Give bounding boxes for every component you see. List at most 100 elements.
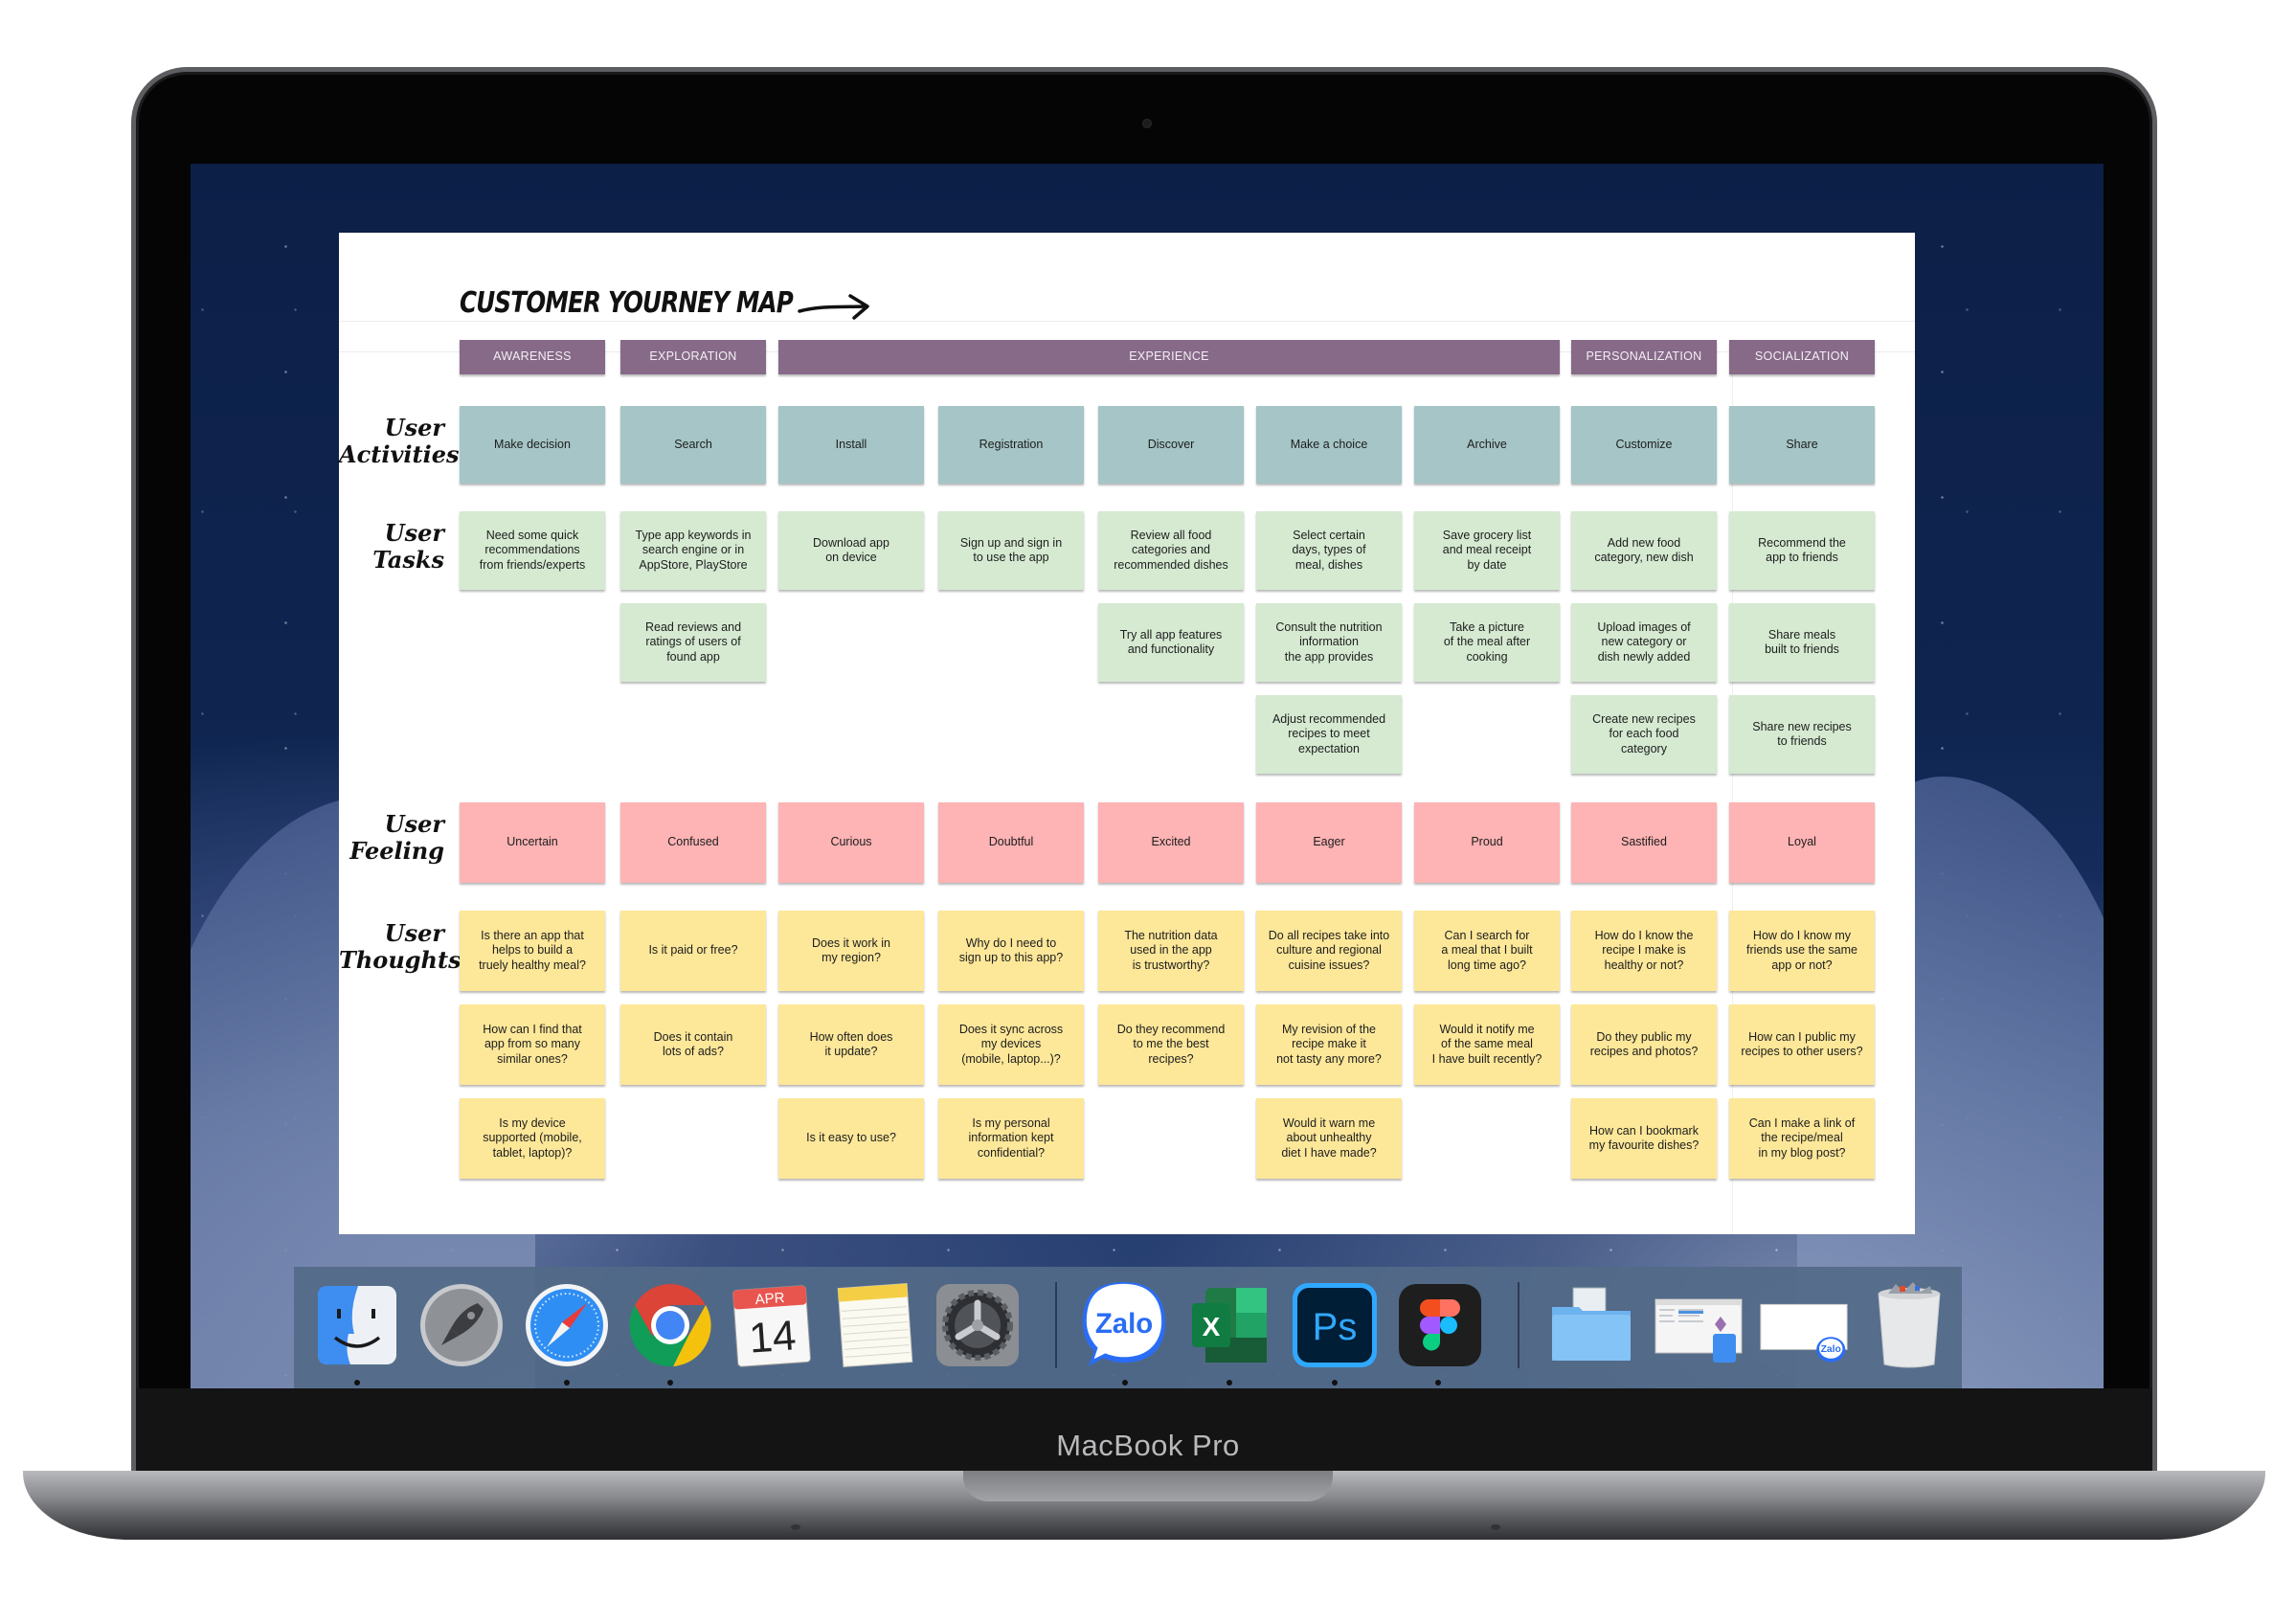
dock-item-downloads-folder[interactable] [1546,1280,1636,1370]
thought-note[interactable]: The nutrition data used in the app is tr… [1098,911,1244,991]
calendar-day: 14 [748,1312,798,1362]
task-note[interactable]: Add new food category, new dish [1571,511,1717,590]
phase-header-awareness[interactable]: AWARENESS [460,340,605,374]
figma-icon [1399,1284,1481,1366]
thought-note[interactable]: Is it easy to use? [778,1098,924,1179]
laptop-opening-notch [963,1471,1333,1501]
thought-note[interactable]: Is it paid or free? [620,911,766,991]
row-label-tasks: User Tasks [372,519,444,574]
guide-line [339,321,1915,322]
thought-note[interactable]: Does it sync across my devices (mobile, … [938,1004,1084,1085]
activity-note[interactable]: Share [1729,406,1875,484]
activity-note[interactable]: Discover [1098,406,1244,484]
task-note[interactable]: Consult the nutrition information the ap… [1256,603,1402,682]
dock-item-figma[interactable] [1395,1280,1485,1370]
activity-note[interactable]: Make a choice [1256,406,1402,484]
thought-note[interactable]: Does it work in my region? [778,911,924,991]
task-note[interactable]: Sign up and sign in to use the app [938,511,1084,590]
calendar-icon: APR 14 [732,1285,811,1367]
activity-note[interactable]: Make decision [460,406,605,484]
thought-note[interactable]: How do I know my friends use the same ap… [1729,911,1875,991]
feeling-note[interactable]: Doubtful [938,802,1084,883]
thought-note[interactable]: Can I make a link of the recipe/meal in … [1729,1098,1875,1179]
dock-item-photoshop[interactable]: Ps [1290,1280,1380,1370]
rocket-icon [420,1284,503,1366]
thought-note[interactable]: How often does it update? [778,1004,924,1085]
thought-note[interactable]: Would it warn me about unhealthy diet I … [1256,1098,1402,1179]
task-note[interactable]: Recommend the app to friends [1729,511,1875,590]
webcam [1142,119,1152,128]
thought-note[interactable]: Does it contain lots of ads? [620,1004,766,1085]
task-note[interactable]: Need some quick recommendations from fri… [460,511,605,590]
thought-note[interactable]: Why do I need to sign up to this app? [938,911,1084,991]
excel-letter: X [1203,1312,1221,1341]
dock-item-trash[interactable] [1864,1280,1954,1370]
dock-item-safari[interactable] [522,1280,612,1370]
feeling-note[interactable]: Confused [620,802,766,883]
thought-note[interactable]: Do they recommend to me the best recipes… [1098,1004,1244,1085]
task-note[interactable]: Select certain days, types of meal, dish… [1256,511,1402,590]
dock-item-system-preferences[interactable] [933,1280,1023,1370]
task-note[interactable]: Share meals built to friends [1729,603,1875,682]
task-note[interactable]: Save grocery list and meal receipt by da… [1414,511,1560,590]
thought-note[interactable]: How can I find that app from so many sim… [460,1004,605,1085]
feeling-note[interactable]: Proud [1414,802,1560,883]
task-note[interactable]: Share new recipes to friends [1729,695,1875,774]
task-note[interactable]: Download app on device [778,511,924,590]
dock-item-chrome[interactable] [625,1280,715,1370]
thought-note[interactable]: How can I public my recipes to other use… [1729,1004,1875,1085]
dock-item-excel[interactable]: X [1184,1280,1274,1370]
device-brand-label: MacBook Pro [1056,1429,1240,1462]
feeling-note[interactable]: Loyal [1729,802,1875,883]
dock-item-zalo-window[interactable]: Zalo [1759,1280,1849,1370]
phase-header-experience[interactable]: EXPERIENCE [778,340,1560,374]
zalo-preview-wordmark: Zalo [1821,1344,1841,1355]
thought-note[interactable]: How can I bookmark my favourite dishes? [1571,1098,1717,1179]
thought-note[interactable]: Would it notify me of the same meal I ha… [1414,1004,1560,1085]
activity-note[interactable]: Customize [1571,406,1717,484]
thought-note[interactable]: Can I search for a meal that I built lon… [1414,911,1560,991]
thought-note[interactable]: Do all recipes take into culture and reg… [1256,911,1402,991]
running-indicator [667,1380,673,1386]
task-note[interactable]: Upload images of new category or dish ne… [1571,603,1717,682]
thought-note[interactable]: Is my personal information kept confiden… [938,1098,1084,1179]
task-note[interactable]: Try all app features and functionality [1098,603,1244,682]
journey-map-canvas[interactable]: CUSTOMER YOURNEY MAP User Activities Use… [339,233,1915,1234]
activity-note[interactable]: Registration [938,406,1084,484]
task-note[interactable]: Create new recipes for each food categor… [1571,695,1717,774]
feeling-note[interactable]: Sastified [1571,802,1717,883]
dock-item-calendar[interactable]: APR 14 [727,1280,817,1370]
running-indicator [354,1380,360,1386]
dock-item-finder[interactable] [312,1280,402,1370]
phase-header-personalization[interactable]: PERSONALIZATION [1571,340,1717,374]
dock-item-launchpad[interactable] [416,1280,506,1370]
thought-note[interactable]: Is there an app that helps to build a tr… [460,911,605,991]
compass-icon [526,1284,608,1366]
task-note[interactable]: Adjust recommended recipes to meet expec… [1256,695,1402,774]
task-note[interactable]: Type app keywords in search engine or in… [620,511,766,590]
task-note[interactable]: Review all food categories and recommend… [1098,511,1244,590]
feeling-note[interactable]: Curious [778,802,924,883]
phase-header-exploration[interactable]: EXPLORATION [620,340,766,374]
activity-note[interactable]: Archive [1414,406,1560,484]
row-label-thoughts: User Thoughts [339,919,461,974]
base-screw [791,1524,800,1530]
dock-item-finder-window[interactable] [1654,1280,1744,1370]
zalo-icon: Zalo [1082,1281,1166,1367]
feeling-note[interactable]: Uncertain [460,802,605,883]
task-note[interactable]: Take a picture of the meal after cooking [1414,603,1560,682]
thought-note[interactable]: Do they public my recipes and photos? [1571,1004,1717,1085]
thought-note[interactable]: My revision of the recipe make it not ta… [1256,1004,1402,1085]
dock-item-zalo[interactable]: Zalo [1079,1280,1169,1370]
feeling-note[interactable]: Eager [1256,802,1402,883]
folder-icon [1552,1287,1631,1361]
task-note[interactable]: Read reviews and ratings of users of fou… [620,603,766,682]
feeling-note[interactable]: Excited [1098,802,1244,883]
phase-header-socialization[interactable]: SOCIALIZATION [1729,340,1875,374]
zalo-wordmark: Zalo [1095,1308,1153,1340]
activity-note[interactable]: Install [778,406,924,484]
dock-item-notes[interactable] [830,1280,920,1370]
thought-note[interactable]: Is my device supported (mobile, tablet, … [460,1098,605,1179]
thought-note[interactable]: How do I know the recipe I make is healt… [1571,911,1717,991]
activity-note[interactable]: Search [620,406,766,484]
